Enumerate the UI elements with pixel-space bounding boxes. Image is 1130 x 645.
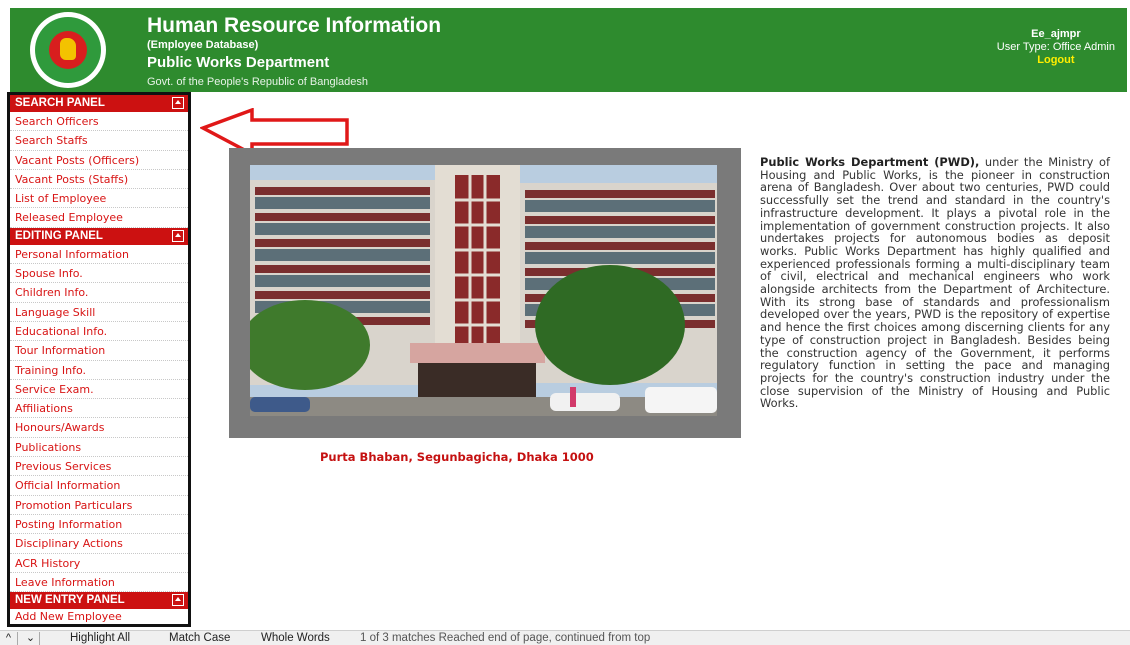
nav-official-information[interactable]: Official Information	[10, 476, 188, 496]
nav-previous-services[interactable]: Previous Services	[10, 457, 188, 477]
nav-educational-info[interactable]: Educational Info.	[10, 322, 188, 342]
find-status: 1 of 3 matches Reached end of page, cont…	[360, 632, 651, 644]
nav-affiliations[interactable]: Affiliations	[10, 399, 188, 419]
panel-title: SEARCH PANEL	[15, 97, 105, 109]
editing-panel-header[interactable]: EDITING PANEL	[10, 227, 188, 245]
search-panel-header[interactable]: SEARCH PANEL	[10, 95, 188, 112]
sidebar: SEARCH PANEL Search Officers Search Staf…	[7, 92, 191, 627]
nav-honours-awards[interactable]: Honours/Awards	[10, 418, 188, 438]
nav-disciplinary-actions[interactable]: Disciplinary Actions	[10, 534, 188, 554]
site-subtitle: (Employee Database)	[147, 39, 259, 51]
description-body: under the Ministry of Housing and Public…	[760, 155, 1110, 411]
chevron-up-icon[interactable]: ^	[0, 632, 18, 645]
nav-search-officers[interactable]: Search Officers	[10, 112, 188, 132]
government-name: Govt. of the People's Republic of Bangla…	[147, 76, 369, 88]
site-header: Human Resource Information (Employee Dat…	[10, 8, 1127, 92]
nav-acr-history[interactable]: ACR History	[10, 554, 188, 573]
nav-tour-information[interactable]: Tour Information	[10, 341, 188, 361]
chevron-down-icon[interactable]: ⌄	[22, 632, 40, 645]
nav-service-exam[interactable]: Service Exam.	[10, 380, 188, 400]
building-photo	[250, 165, 717, 416]
collapse-icon[interactable]	[172, 97, 184, 109]
user-type: User Type: Office Admin	[996, 41, 1115, 53]
collapse-icon[interactable]	[172, 229, 184, 242]
match-case-button[interactable]: Match Case	[169, 632, 230, 645]
nav-children-info[interactable]: Children Info.	[10, 283, 188, 303]
photo-caption: Purta Bhaban, Segunbagicha, Dhaka 1000	[320, 450, 594, 464]
site-title: Human Resource Information	[147, 14, 442, 37]
nav-search-staffs[interactable]: Search Staffs	[10, 131, 188, 151]
find-bar: ^ ⌄ Highlight All Match Case Whole Words…	[0, 630, 1130, 645]
nav-released-employee[interactable]: Released Employee	[10, 208, 188, 228]
nav-promotion-particulars[interactable]: Promotion Particulars	[10, 496, 188, 515]
nav-leave-information[interactable]: Leave Information	[10, 573, 188, 593]
whole-words-button[interactable]: Whole Words	[261, 632, 330, 645]
nav-posting-information[interactable]: Posting Information	[10, 515, 188, 535]
highlight-all-button[interactable]: Highlight All	[70, 632, 130, 645]
panel-title: NEW ENTRY PANEL	[15, 594, 125, 607]
photo-frame	[229, 148, 741, 438]
user-info: Ee_ajmpr User Type: Office Admin Logout	[997, 28, 1115, 67]
bangladesh-seal-logo	[30, 12, 106, 88]
panel-title: EDITING PANEL	[15, 229, 103, 242]
pwd-description: Public Works Department (PWD), under the…	[760, 156, 1110, 410]
nav-language-skill[interactable]: Language Skill	[10, 303, 188, 322]
nav-personal-information[interactable]: Personal Information	[10, 245, 188, 265]
username: Ee_ajmpr	[1031, 28, 1081, 40]
nav-spouse-info[interactable]: Spouse Info.	[10, 264, 188, 284]
nav-list-of-employee[interactable]: List of Employee	[10, 189, 188, 209]
new-entry-panel-header[interactable]: NEW ENTRY PANEL	[10, 592, 188, 610]
nav-add-new-employee[interactable]: Add New Employee	[10, 609, 188, 623]
collapse-icon[interactable]	[172, 594, 184, 607]
nav-publications[interactable]: Publications	[10, 438, 188, 458]
nav-vacant-posts-staffs[interactable]: Vacant Posts (Staffs)	[10, 170, 188, 190]
nav-training-info[interactable]: Training Info.	[10, 361, 188, 380]
department-name: Public Works Department	[147, 54, 330, 71]
nav-vacant-posts-officers[interactable]: Vacant Posts (Officers)	[10, 151, 188, 170]
logout-link[interactable]: Logout	[997, 54, 1115, 67]
